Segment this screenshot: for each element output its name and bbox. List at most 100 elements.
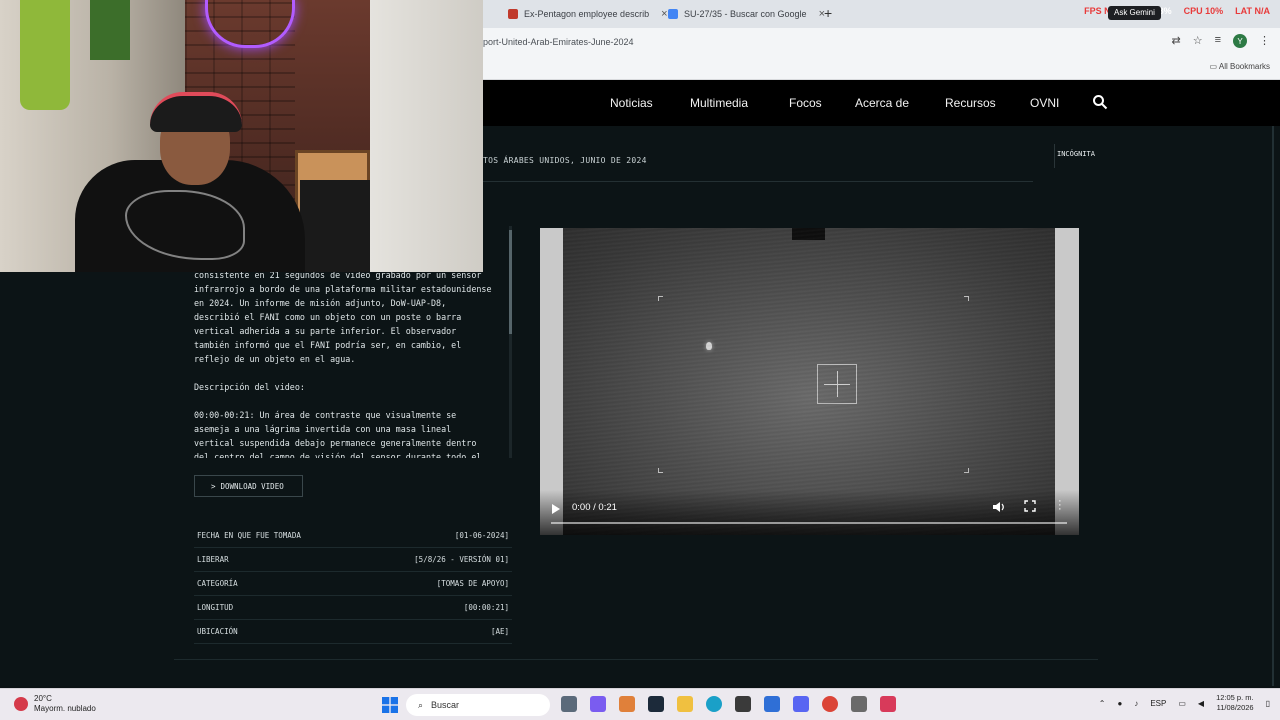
taskbar-search[interactable]: ⌕ Buscar bbox=[406, 694, 550, 716]
all-bookmarks-button[interactable]: ▭ All Bookmarks bbox=[1210, 62, 1270, 71]
frame-corner-marker bbox=[658, 296, 663, 301]
more-options-icon[interactable]: · · · bbox=[1058, 496, 1062, 515]
latency-readout: LAT N/A bbox=[1235, 6, 1270, 16]
nav-item-ovni[interactable]: OVNI bbox=[1030, 96, 1059, 110]
language-indicator[interactable]: ESP bbox=[1150, 699, 1166, 708]
new-tab-button[interactable]: + bbox=[824, 5, 832, 21]
frame-corner-marker bbox=[964, 296, 969, 301]
nav-item-acerca-de[interactable]: Acerca de bbox=[855, 96, 909, 110]
app-icon[interactable] bbox=[851, 696, 867, 712]
video-time: 0:00 / 0:21 bbox=[572, 502, 617, 513]
copilot-icon[interactable] bbox=[590, 696, 606, 712]
webcam-chair bbox=[300, 180, 370, 272]
address-bar-actions: ⇄ ☆ ≡ Y ⋮ bbox=[1171, 34, 1270, 48]
notifications-icon[interactable]: ▯ bbox=[1266, 699, 1270, 708]
clock-time: 12:05 p. m. bbox=[1216, 693, 1254, 702]
frame-corner-marker bbox=[658, 468, 663, 473]
metadata-row: LIBERAR [5/8/26 - VERSIÓN 01] bbox=[194, 548, 512, 572]
edge-icon[interactable] bbox=[706, 696, 722, 712]
browser-tab[interactable]: SU-27/35 - Buscar con Google × bbox=[660, 4, 833, 24]
microphone-icon[interactable]: ♪ bbox=[1134, 699, 1138, 708]
discord-icon[interactable] bbox=[793, 696, 809, 712]
nav-item-focos[interactable]: Focos bbox=[789, 96, 822, 110]
app-icon[interactable] bbox=[880, 696, 896, 712]
weather-desc: Mayorm. nublado bbox=[34, 704, 96, 713]
cpu-readout: CPU 10% bbox=[1183, 6, 1224, 16]
folder-icon: ▭ bbox=[1209, 62, 1218, 71]
video-letterbox-left bbox=[540, 228, 563, 535]
clock[interactable]: 12:05 p. m. 11/08/2026 bbox=[1216, 693, 1254, 713]
metadata-value: [TOMAS DE APOYO] bbox=[436, 579, 509, 588]
webcam-door bbox=[370, 0, 483, 272]
video-progress-bar[interactable] bbox=[551, 522, 1067, 524]
profile-avatar[interactable]: Y bbox=[1233, 34, 1247, 48]
taskbar: 20°C Mayorm. nublado ⌕ Buscar ⌃ ● ♪ ESP … bbox=[0, 688, 1280, 720]
play-icon[interactable] bbox=[552, 504, 560, 514]
clock-date: 11/08/2026 bbox=[1216, 703, 1254, 712]
volume-icon[interactable]: ◀ bbox=[1198, 699, 1204, 708]
task-view-icon[interactable] bbox=[561, 696, 577, 712]
chrome-icon[interactable] bbox=[822, 696, 838, 712]
metadata-value: [AE] bbox=[490, 627, 509, 636]
weather-temp: 20°C bbox=[34, 694, 52, 703]
browser-tab[interactable]: Ex-Pentagon employee describ × bbox=[500, 4, 676, 24]
store-icon[interactable] bbox=[735, 696, 751, 712]
metadata-row: FECHA EN QUE FUE TOMADA [01-06-2024] bbox=[194, 524, 512, 548]
uap-object bbox=[706, 342, 712, 350]
webcam-cap bbox=[150, 92, 242, 132]
tab-title: SU-27/35 - Buscar con Google bbox=[684, 9, 807, 19]
search-icon: ⌕ bbox=[418, 699, 424, 710]
media-controls-icon[interactable]: ≡ bbox=[1215, 34, 1221, 48]
metadata-row: CATEGORÍA [TOMAS DE APOYO] bbox=[194, 572, 512, 596]
file-explorer-icon[interactable] bbox=[677, 696, 693, 712]
redaction-block bbox=[792, 228, 825, 240]
divider bbox=[483, 181, 1033, 182]
browser-menu-icon[interactable]: ⋮ bbox=[1259, 34, 1270, 48]
webcam-overlay bbox=[0, 0, 483, 272]
metadata-label: LONGITUD bbox=[197, 603, 234, 612]
nav-item-multimedia[interactable]: Multimedia bbox=[690, 96, 748, 110]
steam-icon[interactable] bbox=[648, 696, 664, 712]
breadcrumb: TOS ÁRABES UNIDOS, JUNIO DE 2024 bbox=[483, 156, 647, 165]
translate-icon[interactable]: ⇄ bbox=[1171, 34, 1180, 48]
bookmark-star-icon[interactable]: ☆ bbox=[1193, 34, 1203, 48]
chevron-up-icon[interactable]: ⌃ bbox=[1099, 699, 1106, 708]
app-icon[interactable] bbox=[764, 696, 780, 712]
metadata-value: [5/8/26 - VERSIÓN 01] bbox=[414, 555, 509, 564]
ask-gemini-button[interactable]: Ask Gemini bbox=[1108, 6, 1161, 20]
metadata-row: UBICACIÓN [AE] bbox=[194, 620, 512, 644]
video-controls: 0:00 / 0:21 · · · bbox=[540, 490, 1079, 535]
download-video-label: DOWNLOAD VIDEO bbox=[220, 481, 284, 491]
infrared-video-frame[interactable] bbox=[563, 228, 1055, 535]
volume-icon[interactable] bbox=[992, 501, 1006, 513]
download-video-button[interactable]: > DOWNLOAD VIDEO bbox=[194, 475, 303, 497]
tab-favicon-icon bbox=[668, 9, 678, 19]
search-icon[interactable] bbox=[1092, 94, 1108, 110]
all-bookmarks-label: All Bookmarks bbox=[1218, 62, 1270, 71]
metadata-table: FECHA EN QUE FUE TOMADA [01-06-2024] LIB… bbox=[194, 524, 512, 644]
metadata-label: FECHA EN QUE FUE TOMADA bbox=[197, 531, 301, 540]
nav-item-noticias[interactable]: Noticias bbox=[610, 96, 653, 110]
tray-app-icon[interactable]: ● bbox=[1117, 699, 1122, 708]
taskbar-search-label: Buscar bbox=[431, 700, 460, 710]
fullscreen-icon[interactable] bbox=[1024, 500, 1036, 512]
metadata-value: [00:00:21] bbox=[463, 603, 509, 612]
description-scrollbar-thumb[interactable] bbox=[509, 230, 512, 334]
tab-title: Ex-Pentagon employee describ bbox=[524, 9, 650, 19]
network-icon[interactable]: ▭ bbox=[1178, 699, 1186, 708]
video-player[interactable]: 0:00 / 0:21 · · · bbox=[540, 228, 1079, 535]
page-edge-rail bbox=[1272, 126, 1274, 686]
video-letterbox-right bbox=[1055, 228, 1079, 535]
incognita-badge: INCÓGNITA bbox=[1054, 144, 1100, 168]
frame-corner-marker bbox=[964, 468, 969, 473]
webcam-jersey bbox=[20, 0, 70, 110]
windows-start-icon[interactable] bbox=[382, 697, 398, 713]
app-icon[interactable] bbox=[619, 696, 635, 712]
nav-item-recursos[interactable]: Recursos bbox=[945, 96, 996, 110]
url-field[interactable]: port-United-Arab-Emirates-June-2024 bbox=[483, 37, 634, 47]
metadata-label: CATEGORÍA bbox=[197, 579, 238, 588]
chevron-right-icon: > bbox=[211, 481, 216, 491]
weather-widget[interactable]: 20°C Mayorm. nublado bbox=[14, 694, 96, 714]
metadata-row: LONGITUD [00:00:21] bbox=[194, 596, 512, 620]
metadata-value: [01-06-2024] bbox=[454, 531, 509, 540]
